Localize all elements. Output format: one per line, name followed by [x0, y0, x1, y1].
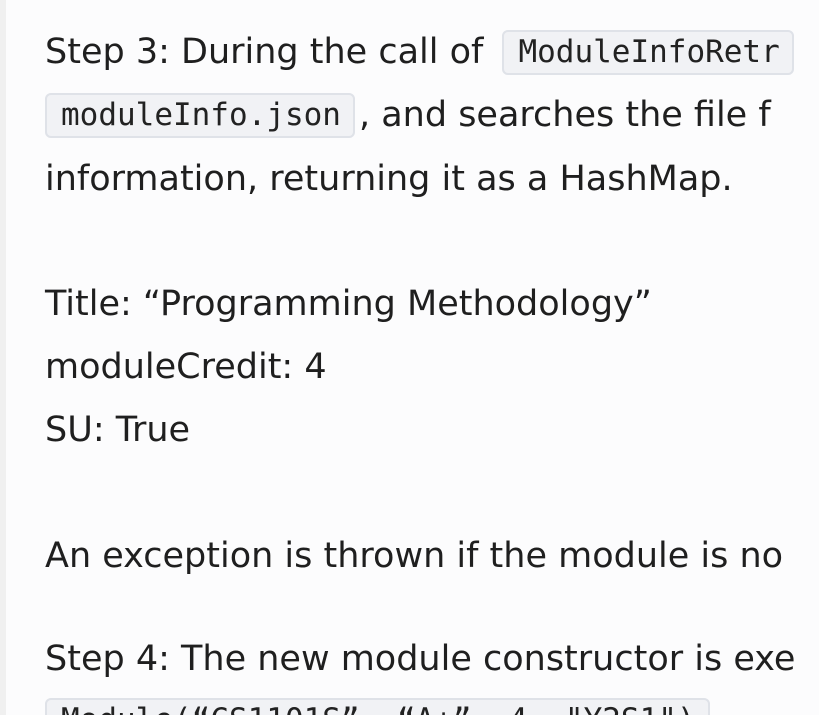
step-4-code-line: Module(“CS1101S”, “A+”, 4, "Y2S1") — [45, 696, 714, 715]
module-su-line: SU: True — [45, 410, 191, 450]
step-3-line-2: moduleInfo.json, and searches the file f — [45, 91, 771, 139]
step-3-line-3: information, returning it as a HashMap. — [45, 159, 733, 199]
module-credit-line: moduleCredit: 4 — [45, 347, 327, 387]
step-4-line: Step 4: The new module constructor is ex… — [45, 639, 796, 679]
module-constructor-code: Module(“CS1101S”, “A+”, 4, "Y2S1") — [45, 698, 710, 715]
module-info-json-code: moduleInfo.json — [45, 93, 355, 138]
step-3-prefix: Step 3: During the call of — [45, 32, 495, 72]
document-page: Step 3: During the call of ModuleInfoRet… — [6, 0, 819, 715]
step-3-line-2-text: , and searches the file f — [358, 95, 771, 135]
step-3-line-1: Step 3: During the call of ModuleInfoRet… — [45, 28, 798, 76]
module-info-retriever-code: ModuleInfoRetr — [502, 30, 794, 75]
exception-line: An exception is thrown if the module is … — [45, 536, 784, 576]
module-title-line: Title: “Programming Methodology” — [45, 284, 652, 324]
